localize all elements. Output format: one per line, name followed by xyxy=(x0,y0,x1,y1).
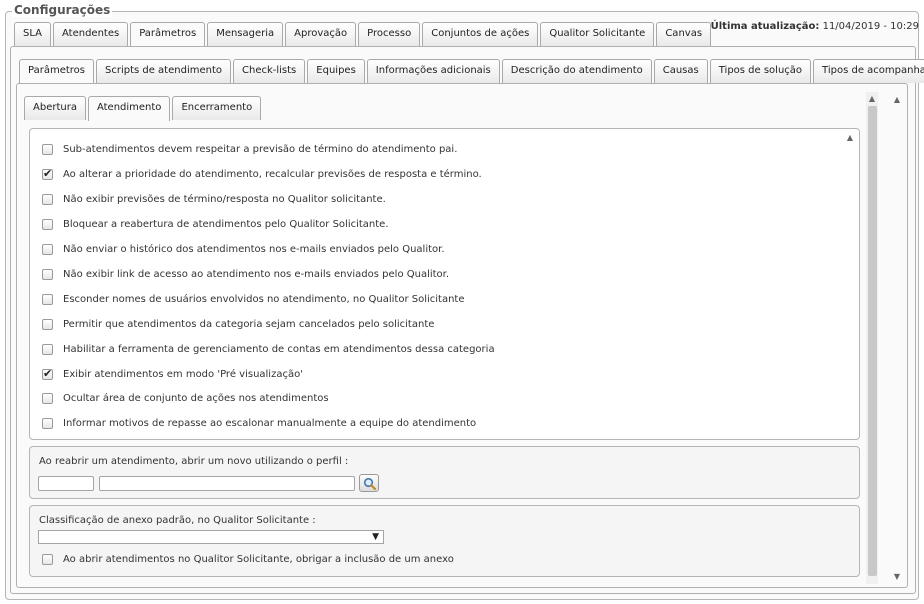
option-row[interactable]: Ocultar área de conjunto de ações nos at… xyxy=(42,391,329,405)
reopen-profile-code-input[interactable] xyxy=(38,476,94,491)
option-label: Não enviar o histórico dos atendimentos … xyxy=(63,243,445,255)
reopen-label: Ao reabrir um atendimento, abrir um novo… xyxy=(39,456,349,467)
option-row[interactable]: Não enviar o histórico dos atendimentos … xyxy=(42,242,445,256)
subtab-descricao-do-atendimento[interactable]: Descrição do atendimento xyxy=(501,59,652,83)
tab-canvas[interactable]: Canvas xyxy=(656,22,712,46)
profile-lookup-button[interactable] xyxy=(359,474,379,492)
option-label: Sub-atendimentos devem respeitar a previ… xyxy=(63,143,458,155)
require-attachment-checkbox[interactable] xyxy=(42,553,53,565)
page-legend: Configurações xyxy=(12,3,113,17)
subtab-tipos-de-acompanhamento[interactable]: Tipos de acompanhamento xyxy=(813,59,924,83)
option-checkbox[interactable] xyxy=(42,218,53,230)
option-checkbox[interactable] xyxy=(42,417,53,429)
options-box: ▲ Sub-atendimentos devem respeitar a pre… xyxy=(29,128,860,440)
tab-qualitor-solicitante[interactable]: Qualitor Solicitante xyxy=(540,22,655,46)
inner-tabbar: Abertura Atendimento Encerramento xyxy=(24,96,263,121)
option-row[interactable]: Ao alterar a prioridade do atendimento, … xyxy=(42,167,482,181)
option-row[interactable]: Não exibir previsões de término/resposta… xyxy=(42,192,386,206)
option-checkbox[interactable] xyxy=(42,293,53,305)
subtab-equipes[interactable]: Equipes xyxy=(307,59,365,83)
outer-scroll-up-icon[interactable]: ▲ xyxy=(892,95,902,105)
reopen-profile-name-input[interactable] xyxy=(99,476,355,491)
option-row[interactable]: Permitir que atendimentos da categoria s… xyxy=(42,317,434,331)
panel-scroll-thumb[interactable] xyxy=(868,106,877,576)
subtab-parametros[interactable]: Parâmetros xyxy=(19,59,94,84)
option-label: Exibir atendimentos em modo 'Pré visuali… xyxy=(63,368,303,380)
option-label: Habilitar a ferramenta de gerenciamento … xyxy=(63,343,495,355)
option-checkbox[interactable] xyxy=(42,268,53,280)
option-label: Esconder nomes de usuários envolvidos no… xyxy=(63,293,465,305)
outer-scroll-down-icon[interactable]: ▼ xyxy=(892,572,902,582)
option-label: Não exibir link de acesso ao atendimento… xyxy=(63,268,450,280)
panel-scrollbar[interactable]: ▲ xyxy=(866,92,878,584)
option-row[interactable]: Esconder nomes de usuários envolvidos no… xyxy=(42,292,465,306)
search-icon xyxy=(363,477,376,490)
require-attachment-option[interactable]: Ao abrir atendimentos no Qualitor Solici… xyxy=(42,552,454,566)
subtab-informacoes-adicionais[interactable]: Informações adicionais xyxy=(366,59,500,83)
chevron-down-icon: ▼ xyxy=(372,532,379,542)
attachment-classification-select[interactable]: ▼ xyxy=(38,530,384,544)
option-label: Bloquear a reabertura de atendimentos pe… xyxy=(63,218,389,230)
last-update-value: 11/04/2019 - 10:29 xyxy=(822,21,919,32)
option-row[interactable]: Sub-atendimentos devem respeitar a previ… xyxy=(42,142,457,156)
option-row[interactable]: Informar motivos de repasse ao escalonar… xyxy=(42,416,476,430)
option-checkbox[interactable] xyxy=(42,193,53,205)
option-checkbox[interactable] xyxy=(42,343,53,355)
last-update: Última atualização: 11/04/2019 - 10:29 xyxy=(711,21,919,32)
option-checkbox[interactable] xyxy=(42,143,53,155)
subtab-scripts-de-atendimento[interactable]: Scripts de atendimento xyxy=(95,59,231,83)
subtab-causas[interactable]: Causas xyxy=(653,59,708,83)
option-row[interactable]: Habilitar a ferramenta de gerenciamento … xyxy=(42,342,495,356)
tab-processo[interactable]: Processo xyxy=(358,22,421,46)
attachment-label: Classificação de anexo padrão, no Qualit… xyxy=(39,515,316,526)
subtab-tipos-de-solucao[interactable]: Tipos de solução xyxy=(709,59,812,83)
innertab-encerramento[interactable]: Encerramento xyxy=(172,96,262,120)
innertab-atendimento[interactable]: Atendimento xyxy=(87,96,171,121)
tab-parametros[interactable]: Parâmetros xyxy=(130,22,206,47)
option-checkbox[interactable] xyxy=(42,367,53,380)
subtab-check-lists[interactable]: Check-lists xyxy=(233,59,306,83)
last-update-label: Última atualização: xyxy=(710,21,820,32)
option-row[interactable]: Exibir atendimentos em modo 'Pré visuali… xyxy=(42,367,303,381)
innertab-abertura[interactable]: Abertura xyxy=(24,96,86,120)
option-row[interactable]: Bloquear a reabertura de atendimentos pe… xyxy=(42,217,389,231)
option-checkbox[interactable] xyxy=(42,392,53,404)
tab-sla[interactable]: SLA xyxy=(14,22,51,46)
attachment-box: Classificação de anexo padrão, no Qualit… xyxy=(29,505,860,577)
option-checkbox[interactable] xyxy=(42,167,53,180)
options-scroll-up-icon[interactable]: ▲ xyxy=(845,133,855,143)
reopen-box: Ao reabrir um atendimento, abrir um novo… xyxy=(29,446,860,499)
option-checkbox[interactable] xyxy=(42,318,53,330)
option-label: Informar motivos de repasse ao escalonar… xyxy=(63,417,477,429)
scroll-up-icon[interactable]: ▲ xyxy=(867,94,877,104)
tab-conjuntos-de-acoes[interactable]: Conjuntos de ações xyxy=(422,22,539,46)
require-attachment-label: Ao abrir atendimentos no Qualitor Solici… xyxy=(63,553,454,565)
main-tabbar: SLA Atendentes Parâmetros Mensageria Aprovaç… xyxy=(14,22,713,47)
sub-tabbar: Parâmetros Scripts de atendimento Check-li… xyxy=(19,59,924,84)
option-label: Permitir que atendimentos da categoria s… xyxy=(63,318,435,330)
tab-mensageria[interactable]: Mensageria xyxy=(207,22,284,46)
option-row[interactable]: Não exibir link de acesso ao atendimento… xyxy=(42,267,449,281)
option-label: Ao alterar a prioridade do atendimento, … xyxy=(63,168,482,180)
option-label: Não exibir previsões de término/resposta… xyxy=(63,193,386,205)
tab-atendentes[interactable]: Atendentes xyxy=(53,22,129,46)
tab-aprovacao[interactable]: Aprovação xyxy=(285,22,357,46)
option-checkbox[interactable] xyxy=(42,243,53,255)
option-label: Ocultar área de conjunto de ações nos at… xyxy=(63,392,329,404)
